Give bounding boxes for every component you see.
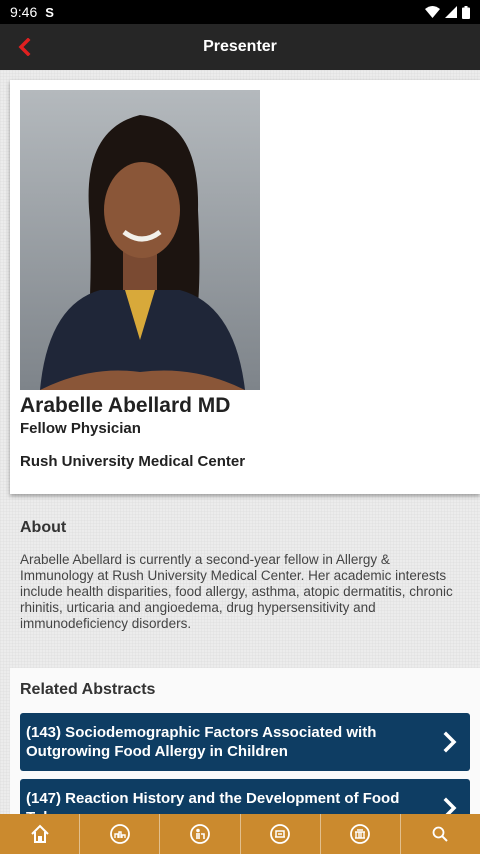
bottom-tab-bar	[0, 814, 480, 854]
tab-speakers[interactable]	[160, 814, 241, 854]
abstract-item-label: (147) Reaction History and the Developme…	[26, 790, 400, 814]
presenter-portrait-image	[20, 90, 260, 390]
related-abstracts-heading: Related Abstracts	[20, 681, 156, 698]
presenter-organization: Rush University Medical Center	[20, 453, 246, 470]
presenter-name: Arabelle Abellard MD	[20, 394, 231, 417]
chevron-right-icon	[443, 731, 457, 753]
battery-icon	[462, 5, 470, 19]
tab-sessions[interactable]	[80, 814, 161, 854]
status-bar: 9:46 S	[0, 0, 480, 24]
tab-search[interactable]	[401, 814, 480, 854]
app-header: Presenter	[0, 24, 480, 70]
back-button[interactable]	[12, 35, 36, 59]
status-time: 9:46	[10, 4, 38, 20]
abstract-item[interactable]: (143) Sociodemographic Factors Associate…	[20, 713, 470, 771]
wifi-icon	[425, 6, 440, 18]
sync-icon: S	[45, 4, 54, 20]
speakers-icon	[190, 824, 210, 844]
cell-signal-icon	[445, 6, 457, 18]
presenter-card: Arabelle Abellard MD Fellow Physician Ru…	[10, 80, 480, 494]
related-abstracts-section: Related Abstracts (143) Sociodemographic…	[10, 668, 480, 814]
about-text: Arabelle Abellard is currently a second-…	[20, 552, 453, 631]
abstract-item-label: (143) Sociodemographic Factors Associate…	[26, 724, 377, 760]
home-icon	[30, 824, 49, 843]
presenter-photo	[20, 90, 260, 390]
sessions-icon	[109, 824, 130, 844]
chevron-right-icon	[443, 797, 457, 814]
tab-home[interactable]	[0, 814, 81, 854]
tab-venue[interactable]	[321, 814, 401, 854]
about-section: About Arabelle Abellard is currently a s…	[20, 519, 465, 632]
presenter-role: Fellow Physician	[20, 420, 141, 437]
tab-exhibitors[interactable]	[241, 814, 321, 854]
about-heading: About	[20, 519, 67, 536]
abstract-item[interactable]: (147) Reaction History and the Developme…	[20, 779, 470, 814]
search-icon	[433, 826, 449, 842]
chevron-left-icon	[18, 38, 31, 56]
page-title: Presenter	[203, 38, 277, 55]
exhibitors-icon	[270, 824, 290, 844]
venue-icon	[350, 824, 371, 844]
